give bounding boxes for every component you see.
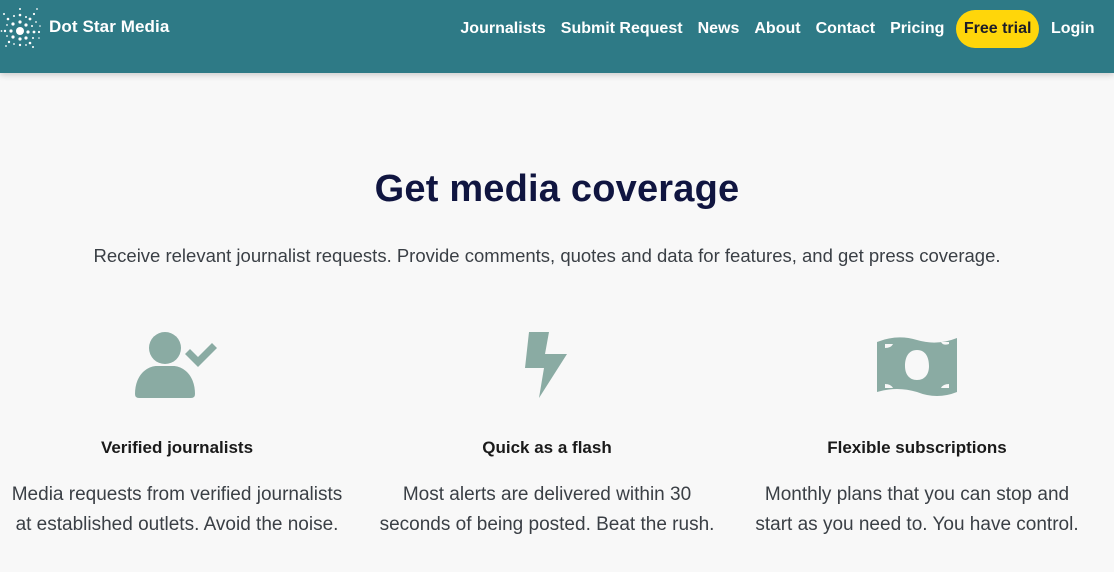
free-trial-button[interactable]: Free trial	[955, 10, 1040, 48]
nav-journalists[interactable]: Journalists	[453, 10, 553, 48]
nav-pricing[interactable]: Pricing	[883, 10, 952, 48]
feature-verified-journalists: Verified journalists Media requests from…	[7, 330, 347, 540]
main-nav: Journalists Submit Request News About Co…	[453, 10, 1102, 48]
hero-title: Get media coverage	[374, 168, 740, 210]
nav-submit-request[interactable]: Submit Request	[553, 10, 690, 48]
feature-text: Media requests from verified journalists…	[11, 484, 343, 535]
feature-quick-as-a-flash: Quick as a flash Most alerts are deliver…	[377, 330, 717, 540]
brand-name: Dot Star Media	[49, 17, 170, 36]
feature-text: Most alerts are delivered within 30 seco…	[379, 484, 715, 535]
feature-title: Verified journalists	[100, 438, 254, 457]
navbar: Dot Star Media Journalists Submit Reques…	[0, 0, 1114, 73]
hero-subtitle: Receive relevant journalist requests. Pr…	[93, 245, 1001, 266]
dot-star-logo-icon	[0, 8, 41, 48]
feature-text: Monthly plans that you can stop and star…	[755, 484, 1079, 535]
feature-flexible-subscriptions: Flexible subscriptions Monthly plans tha…	[747, 330, 1087, 540]
nav-news[interactable]: News	[690, 10, 747, 48]
lightning-bolt-icon	[525, 332, 567, 398]
feature-title: Flexible subscriptions	[827, 438, 1007, 457]
nav-about[interactable]: About	[747, 10, 808, 48]
brand-link[interactable]: Dot Star Media	[0, 5, 169, 49]
verified-user-icon	[135, 332, 217, 398]
money-bill-icon	[877, 337, 957, 396]
nav-contact[interactable]: Contact	[808, 10, 883, 48]
nav-login[interactable]: Login	[1043, 10, 1102, 48]
feature-title: Quick as a flash	[482, 438, 612, 457]
